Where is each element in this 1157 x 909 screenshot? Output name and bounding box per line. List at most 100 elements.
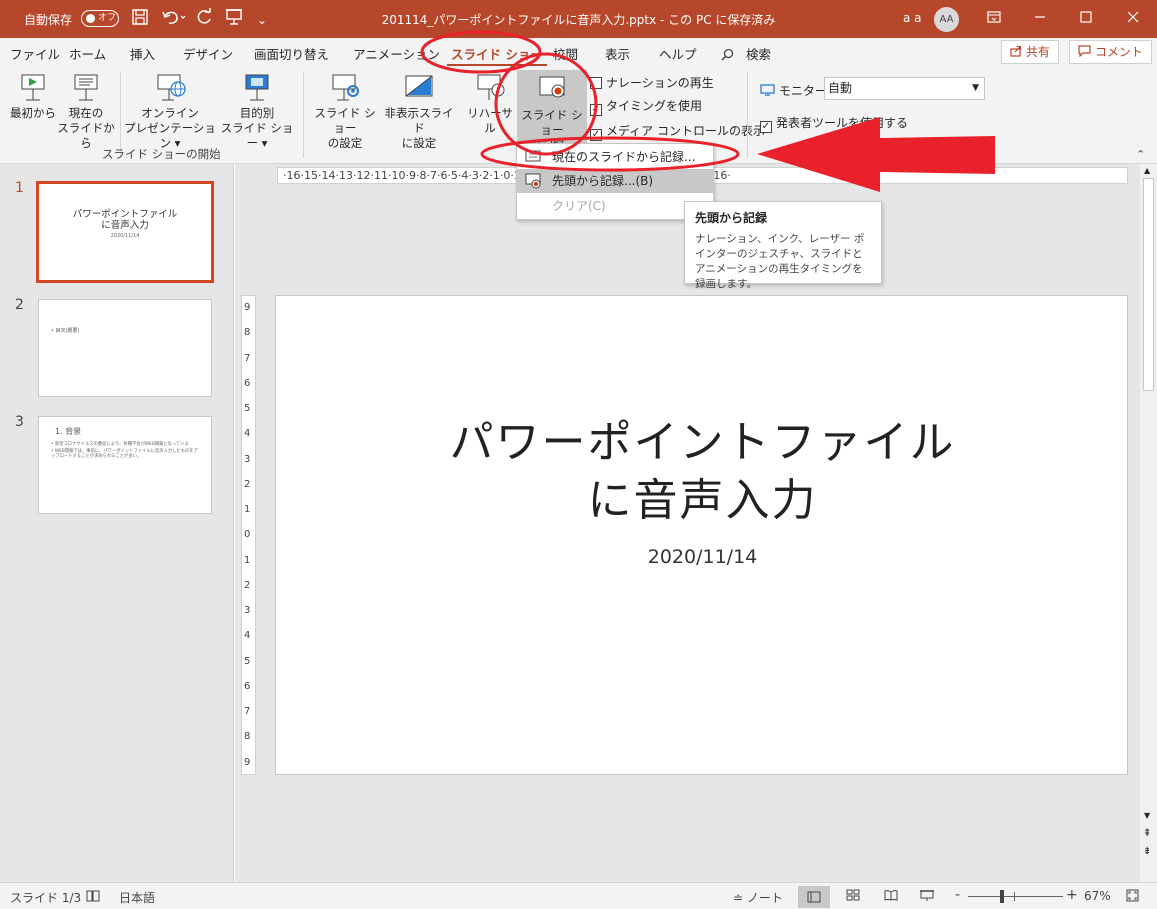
record-label-1: スライド ショー xyxy=(521,108,583,137)
save-icon[interactable] xyxy=(131,8,149,31)
online-presentation-button[interactable]: オンライン プレゼンテーション ▾ xyxy=(122,72,218,151)
vertical-ruler-tick: 9 xyxy=(244,756,251,768)
vertical-ruler: 9 8 7 6 5 4 3 2 1 0 1 2 3 4 5 6 7 8 9 xyxy=(241,295,256,775)
record-from-beginning-item[interactable]: 先頭から記録...(B) xyxy=(517,169,713,193)
scroll-thumb[interactable] xyxy=(1143,178,1154,391)
thumb-number: 3 xyxy=(15,414,24,430)
tab-slide-show[interactable]: スライド ショー xyxy=(447,44,547,67)
notes-button[interactable]: ≐ ノート xyxy=(733,889,783,906)
zoom-in-button[interactable]: + xyxy=(1066,887,1078,903)
vertical-ruler-tick: 3 xyxy=(244,453,251,465)
zoom-slider-thumb[interactable] xyxy=(999,890,1004,903)
next-slide-icon[interactable]: ⇟ xyxy=(1143,846,1151,857)
scroll-up-icon[interactable]: ▲ xyxy=(1144,166,1150,175)
slide-subtitle[interactable]: 2020/11/14 xyxy=(276,546,1129,568)
zoom-slider[interactable] xyxy=(968,896,1063,897)
show-media-controls-checkbox[interactable]: ✓ メディア コントロールの表示 xyxy=(590,122,765,141)
monitor-select[interactable]: 自動 ▼ xyxy=(824,77,985,100)
setup-slide-show-button[interactable]: スライド ショー の設定 xyxy=(309,72,381,151)
slide-sorter-icon[interactable] xyxy=(846,889,860,904)
thumb-title: パワーポイントファイル に音声入力 xyxy=(72,209,178,231)
share-button[interactable]: 共有 xyxy=(1001,40,1059,64)
zoom-slider-center-tick xyxy=(1014,892,1015,901)
play-narrations-checkbox[interactable]: ナレーションの再生 xyxy=(590,74,714,91)
vertical-ruler-tick: 0 xyxy=(244,529,251,541)
title-bar: 自動保存 オフ ⌄ 201114_パワーポイントファイルに音声入力.pptx -… xyxy=(0,0,1157,38)
language[interactable]: 日本語 xyxy=(119,889,155,906)
monitor-icon xyxy=(760,84,779,98)
zoom-level[interactable]: 67% xyxy=(1084,889,1111,903)
rehearse-icon xyxy=(474,72,506,102)
accessibility-icon[interactable] xyxy=(86,889,100,905)
play-from-current-icon xyxy=(70,72,102,102)
autosave-toggle[interactable]: オフ xyxy=(81,10,119,27)
tab-view[interactable]: 表示 xyxy=(605,44,630,63)
tab-review[interactable]: 校閲 xyxy=(553,44,578,63)
thumb-number: 1 xyxy=(15,180,24,196)
scroll-down-icon[interactable]: ▼ xyxy=(1144,811,1150,820)
tab-file[interactable]: ファイル xyxy=(10,44,60,63)
comment-label: コメント xyxy=(1094,45,1143,59)
tab-insert[interactable]: 挿入 xyxy=(130,44,155,63)
present-icon[interactable] xyxy=(225,8,243,31)
presenter-view-label: 発表者ツールを使用する xyxy=(776,116,909,130)
ribbon-tabs: ファイル ホーム 挿入 デザイン 画面切り替え アニメーション スライド ショー… xyxy=(0,38,1157,67)
vertical-ruler-tick: 1 xyxy=(244,504,251,516)
tab-design[interactable]: デザイン xyxy=(183,44,233,63)
customize-qat-icon[interactable]: ⌄ xyxy=(257,10,267,30)
from-beginning-button[interactable]: 最初から xyxy=(8,72,58,121)
previous-slide-icon[interactable]: ⇞ xyxy=(1143,828,1151,839)
thumb-date: 2020/11/14 xyxy=(110,233,140,239)
minimize-icon[interactable] xyxy=(1017,0,1063,38)
record-show-icon xyxy=(536,74,568,104)
tab-help[interactable]: ヘルプ xyxy=(659,44,697,63)
status-bar: スライド 1/3 日本語 ≐ ノート - + 67% xyxy=(0,882,1157,909)
share-label: 共有 xyxy=(1025,45,1050,59)
tab-home[interactable]: ホーム xyxy=(69,44,106,63)
reading-view-icon[interactable] xyxy=(884,889,898,904)
ribbon-display-options-icon[interactable] xyxy=(971,0,1017,38)
undo-icon[interactable] xyxy=(160,8,188,31)
record-from-current-item[interactable]: 現在のスライドから記録...(R) xyxy=(517,145,713,188)
slideshow-view-icon[interactable] xyxy=(920,889,934,905)
custom-show-icon xyxy=(241,72,273,102)
tab-animations[interactable]: アニメーション xyxy=(353,44,440,63)
hide-slide-button[interactable]: 非表示スライド に設定 xyxy=(381,72,457,151)
zoom-out-button[interactable]: - xyxy=(955,887,960,903)
fit-to-window-icon[interactable] xyxy=(1126,889,1139,905)
vertical-ruler-tick: 8 xyxy=(244,327,251,339)
close-icon[interactable] xyxy=(1110,0,1156,38)
rehearse-label: リハーサル xyxy=(467,106,513,135)
comment-button[interactable]: コメント xyxy=(1069,40,1152,64)
search-box[interactable]: 検索 xyxy=(721,44,771,63)
slide-canvas[interactable]: パワーポイントファイル に音声入力 2020/11/14 xyxy=(275,295,1128,775)
avatar[interactable]: AA xyxy=(934,7,959,32)
vertical-ruler-tick: 8 xyxy=(244,731,251,743)
from-current-slide-button[interactable]: 現在の スライドから xyxy=(56,72,116,151)
slide-thumbnail-3[interactable]: 1. 背景 • 新型コロナウイルスの蔓延により、各種学会がWEB開催となっている… xyxy=(38,416,212,514)
collapse-ribbon-icon[interactable]: ⌃ xyxy=(1136,148,1145,161)
slide-count[interactable]: スライド 1/3 xyxy=(10,889,81,906)
notes-icon: ≐ xyxy=(733,891,744,905)
custom-slide-show-button[interactable]: 目的別 スライド ショー ▾ xyxy=(218,72,296,151)
monitor-label: モニター: xyxy=(760,82,831,99)
slide-thumbnail-2[interactable]: • 目次(概要) xyxy=(38,299,212,397)
notes-label: ノート xyxy=(746,891,783,905)
presenter-view-checkbox[interactable]: ✓ 発表者ツールを使用する xyxy=(760,114,908,133)
hide-label-1: 非表示スライド xyxy=(384,106,454,135)
tooltip-title: 先頭から記録 xyxy=(695,211,768,225)
use-timings-checkbox[interactable]: ✓ タイミングを使用 xyxy=(590,97,702,116)
search-label: 検索 xyxy=(745,47,771,62)
maximize-icon[interactable] xyxy=(1063,0,1109,38)
slide-thumbnail-1[interactable]: パワーポイントファイル に音声入力 2020/11/14 xyxy=(36,181,214,283)
slide-title[interactable]: パワーポイントファイル に音声入力 xyxy=(276,414,1129,530)
redo-icon[interactable] xyxy=(196,8,214,31)
vertical-ruler-tick: 5 xyxy=(244,403,251,415)
vertical-ruler-tick: 4 xyxy=(244,428,251,440)
record-slide-show-button[interactable]: スライド ショー の記録 ▾ xyxy=(517,70,587,152)
normal-view-icon[interactable] xyxy=(798,886,830,908)
tab-transitions[interactable]: 画面切り替え xyxy=(254,44,329,63)
rehearse-timings-button[interactable]: リハーサル xyxy=(462,72,518,136)
vertical-ruler-tick: 6 xyxy=(244,377,251,389)
vertical-scrollbar[interactable]: ▲ ▼ ⇞ ⇟ xyxy=(1140,164,1157,882)
